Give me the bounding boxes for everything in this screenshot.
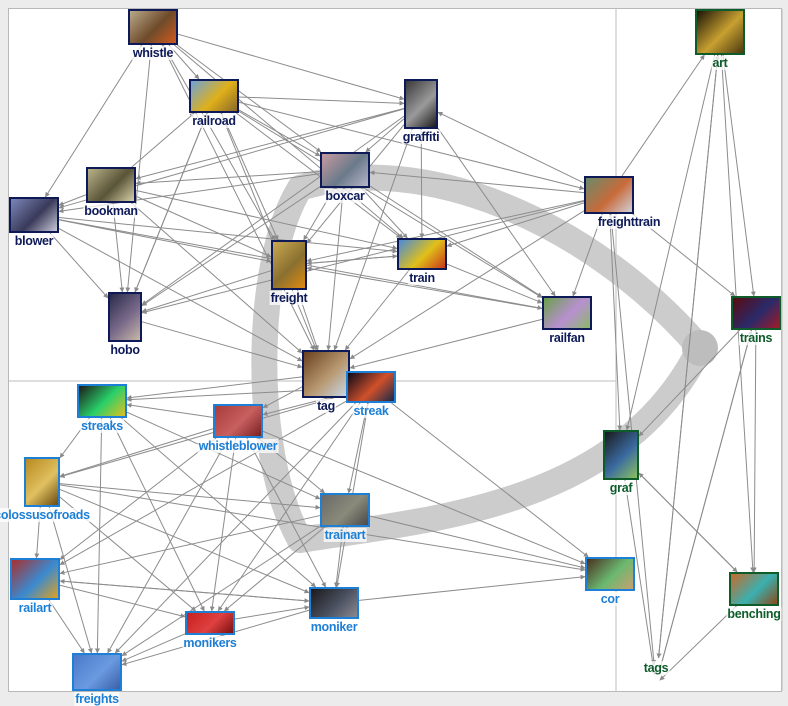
- node-label-colossusofroads[interactable]: colossusofroads: [0, 508, 91, 522]
- node-label-railart[interactable]: railart: [17, 601, 53, 615]
- edge-train-freight: [306, 255, 398, 266]
- node-label-railroad[interactable]: railroad: [191, 114, 237, 128]
- edge-blower-train: [58, 217, 398, 254]
- edge-moniker-railart: [59, 578, 310, 602]
- edge-freighttrain-art: [621, 54, 705, 177]
- node-label-cor[interactable]: cor: [599, 592, 621, 606]
- node-label-freight[interactable]: freight: [269, 291, 309, 305]
- edge-monikers-freights: [121, 633, 186, 662]
- node-thumbnail-graf[interactable]: [603, 430, 639, 480]
- node-label-benching[interactable]: benching: [726, 607, 782, 621]
- node-label-trainart[interactable]: trainart: [323, 528, 367, 542]
- node-thumbnail-streak[interactable]: [346, 371, 396, 403]
- node-thumbnail-boxcar[interactable]: [320, 152, 370, 188]
- node-thumbnail-benching[interactable]: [729, 572, 779, 606]
- node-label-moniker[interactable]: moniker: [309, 620, 359, 634]
- edge-layer: [34, 33, 757, 681]
- edge-train-railfan: [446, 263, 543, 304]
- node-thumbnail-trains[interactable]: [731, 296, 781, 330]
- node-thumbnail-monikers[interactable]: [185, 611, 235, 635]
- node-label-freights[interactable]: freights: [74, 692, 120, 706]
- node-thumbnail-trainart[interactable]: [320, 493, 370, 527]
- meta-edge-g1-g3: [287, 164, 713, 361]
- edge-whistleblower-monikers: [209, 437, 237, 612]
- edge-railroad-boxcar: [238, 109, 321, 157]
- edge-blower-hobo: [49, 232, 109, 299]
- edge-railart-freights: [48, 599, 85, 654]
- node-thumbnail-colossusofroads[interactable]: [24, 457, 60, 507]
- edge-whistleblower-streaks: [126, 402, 214, 418]
- node-label-streak[interactable]: streak: [352, 404, 390, 418]
- node-thumbnail-graffiti[interactable]: [404, 79, 438, 129]
- edge-streaks-monikers: [109, 417, 205, 612]
- edge-art-trains: [722, 54, 756, 297]
- node-thumbnail-railart[interactable]: [10, 558, 60, 600]
- node-thumbnail-freight[interactable]: [271, 240, 307, 290]
- node-label-boxcar[interactable]: boxcar: [324, 189, 366, 203]
- node-thumbnail-bookman[interactable]: [86, 167, 136, 203]
- graph-canvas: whistle railroad graffiti boxcar bookman blow…: [0, 0, 788, 706]
- node-thumbnail-freights[interactable]: [72, 653, 122, 691]
- node-label-railfan[interactable]: railfan: [548, 331, 586, 345]
- node-label-whistleblower[interactable]: whistleblower: [197, 439, 279, 453]
- node-label-graf[interactable]: graf: [608, 481, 634, 495]
- edge-trainart-cor: [369, 515, 586, 570]
- node-label-tag[interactable]: tag: [316, 399, 336, 413]
- node-label-blower[interactable]: blower: [13, 234, 55, 248]
- edge-boxcar-tag: [326, 187, 344, 351]
- edge-railroad-graffiti: [238, 96, 405, 106]
- edge-benching-graf: [638, 472, 738, 573]
- node-label-hobo[interactable]: hobo: [109, 343, 141, 357]
- node-label-bookman[interactable]: bookman: [83, 204, 139, 218]
- node-thumbnail-whistleblower[interactable]: [213, 404, 263, 438]
- node-thumbnail-art[interactable]: [695, 9, 745, 55]
- node-label-tags[interactable]: tags: [642, 661, 670, 675]
- node-thumbnail-railroad[interactable]: [189, 79, 239, 113]
- node-thumbnail-moniker[interactable]: [309, 587, 359, 619]
- node-thumbnail-tag[interactable]: [302, 350, 350, 398]
- edge-bookman-railroad: [131, 112, 195, 168]
- node-thumbnail-streaks[interactable]: [77, 384, 127, 418]
- edge-graffiti-train: [419, 128, 425, 239]
- node-label-monikers[interactable]: monikers: [182, 636, 238, 650]
- edge-benching-tags: [659, 605, 737, 681]
- node-thumbnail-cor[interactable]: [585, 557, 635, 591]
- node-label-whistle[interactable]: whistle: [131, 46, 175, 60]
- node-thumbnail-freighttrain[interactable]: [584, 176, 634, 214]
- edge-streaks-freights: [94, 417, 103, 654]
- node-label-graffiti[interactable]: graffiti: [401, 130, 441, 144]
- node-thumbnail-train[interactable]: [397, 238, 447, 270]
- edge-train-tag: [344, 269, 410, 351]
- node-label-trains[interactable]: trains: [738, 331, 774, 345]
- node-label-streaks[interactable]: streaks: [80, 419, 124, 433]
- edge-trains-benching: [751, 329, 757, 573]
- node-label-art[interactable]: art: [711, 56, 729, 70]
- node-thumbnail-whistle[interactable]: [128, 9, 178, 45]
- node-thumbnail-railfan[interactable]: [542, 296, 592, 330]
- node-thumbnail-hobo[interactable]: [108, 292, 142, 342]
- edge-freighttrain-graf: [609, 213, 623, 431]
- edge-whistleblower-colossusofroads: [59, 428, 214, 478]
- node-label-train[interactable]: train: [408, 271, 436, 285]
- edge-moniker-cor: [358, 574, 586, 601]
- node-thumbnail-blower[interactable]: [9, 197, 59, 233]
- edge-freighttrain-graffiti: [437, 111, 585, 184]
- edge-railfan-tag: [349, 318, 543, 370]
- node-label-freighttrain[interactable]: freighttrain: [596, 215, 662, 229]
- edge-whistle-freight: [162, 44, 276, 241]
